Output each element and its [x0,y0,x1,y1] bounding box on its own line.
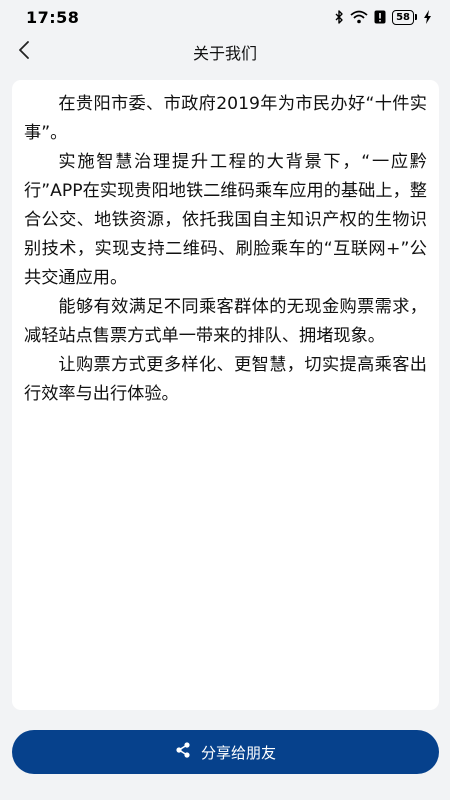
status-icons: 58 [334,9,432,25]
paragraph-2: 实施智慧治理提升工程的大背景下，“一应黔行”APP在实现贵阳地铁二维码乘车应用的… [24,152,427,288]
bluetooth-icon [334,10,344,24]
status-bar: 17:58 58 [0,0,450,34]
page-title: 关于我们 [192,44,257,63]
chevron-left-icon [17,41,31,63]
share-button[interactable]: 分享给朋友 [12,730,439,774]
content-card: 在贵阳市委、市政府2019年为市民办好“十件实事”。 实施智慧治理提升工程的大背… [12,80,439,710]
share-icon [175,742,191,762]
header: 关于我们 [0,34,450,70]
status-time: 17:58 [26,7,80,27]
paragraph-1: 在贵阳市委、市政府2019年为市民办好“十件实事”。 [24,94,427,143]
share-button-label: 分享给朋友 [200,743,276,762]
charging-icon [423,10,432,24]
paragraph-4: 让购票方式更多样化、更智慧，切实提高乘客出行效率与出行体验。 [24,355,427,404]
battery-icon: 58 [392,9,417,25]
back-button[interactable] [10,38,38,66]
alert-icon [374,10,386,24]
wifi-icon [350,10,368,24]
paragraph-3: 能够有效满足不同乘客群体的无现金购票需求，减轻站点售票方式单一带来的排队、拥堵现… [24,297,427,346]
battery-level: 58 [392,9,414,25]
